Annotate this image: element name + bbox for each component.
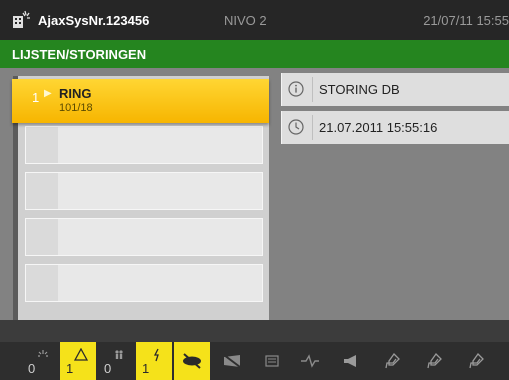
list-item[interactable]	[25, 172, 263, 210]
divider	[312, 77, 313, 102]
item-number: 1	[32, 90, 40, 105]
building-logo-icon	[13, 10, 30, 28]
horn-icon	[344, 355, 356, 367]
panel-icon	[265, 355, 279, 367]
detail-time-text: 21.07.2011 15:55:16	[319, 120, 438, 135]
screen-title: LIJSTEN/STORINGEN	[12, 47, 147, 62]
zone-edit-button-2[interactable]	[418, 342, 454, 380]
fault-icon	[153, 348, 159, 362]
persons-icon	[115, 350, 123, 359]
fault-filter-button[interactable]: 1	[136, 342, 172, 380]
list-item-index	[26, 173, 58, 209]
list-item[interactable]	[25, 126, 263, 164]
zone-edit-icon	[427, 352, 442, 369]
disabled-icon	[183, 353, 201, 369]
header-bar: AjaxSysNr.123456 NIVO 2 21/07/11 15:55	[0, 0, 509, 40]
list-item-index	[26, 265, 58, 301]
zone-edit-icon	[469, 352, 484, 369]
access-level: NIVO 2	[224, 13, 267, 28]
fire-icon	[38, 350, 48, 357]
system-name: AjaxSysNr.123456	[38, 13, 150, 28]
sounder-icon	[223, 354, 241, 368]
panel-button[interactable]	[254, 342, 290, 380]
transmission-button[interactable]	[292, 342, 328, 380]
persons-count: 0	[104, 361, 112, 376]
sounder-button[interactable]	[216, 342, 252, 380]
item-label: RING	[59, 86, 92, 101]
list-item-index	[26, 219, 58, 255]
detail-info-row: STORING DB	[281, 73, 509, 106]
zone-edit-icon	[385, 352, 400, 369]
zone-edit-button-3[interactable]	[460, 342, 496, 380]
title-bar: LIJSTEN/STORINGEN	[0, 40, 509, 68]
warning-filter-button[interactable]: 1	[60, 342, 96, 380]
divider	[312, 115, 313, 140]
list-item-selected[interactable]: 1 ▶ RING 101/18	[12, 79, 269, 123]
warning-count: 1	[66, 361, 74, 376]
item-address: 101/18	[59, 102, 93, 114]
detail-info-text: STORING DB	[319, 82, 400, 97]
header-datetime: 21/07/11 15:55	[423, 13, 509, 28]
horn-button[interactable]	[334, 342, 370, 380]
main-area: 1 ▶ RING 101/18 STORING DB 21.07.2011 15…	[0, 68, 509, 320]
list-item[interactable]	[25, 218, 263, 256]
fault-count: 1	[142, 361, 150, 376]
persons-filter-button[interactable]: 0	[98, 342, 134, 380]
zone-edit-button-1[interactable]	[376, 342, 412, 380]
fire-filter-button[interactable]: 0	[22, 342, 58, 380]
list-item-index	[26, 127, 58, 163]
disabled-filter-button[interactable]	[174, 342, 210, 380]
info-icon	[288, 81, 304, 97]
detail-time-row: 21.07.2011 15:55:16	[281, 111, 509, 144]
footer-toolbar: 0 1 0 1	[0, 320, 509, 380]
transmission-icon	[301, 354, 319, 368]
clock-icon	[288, 119, 304, 135]
list-item[interactable]	[25, 264, 263, 302]
play-arrow-icon: ▶	[44, 88, 52, 99]
fire-count: 0	[28, 361, 36, 376]
warning-triangle-icon	[74, 348, 88, 361]
